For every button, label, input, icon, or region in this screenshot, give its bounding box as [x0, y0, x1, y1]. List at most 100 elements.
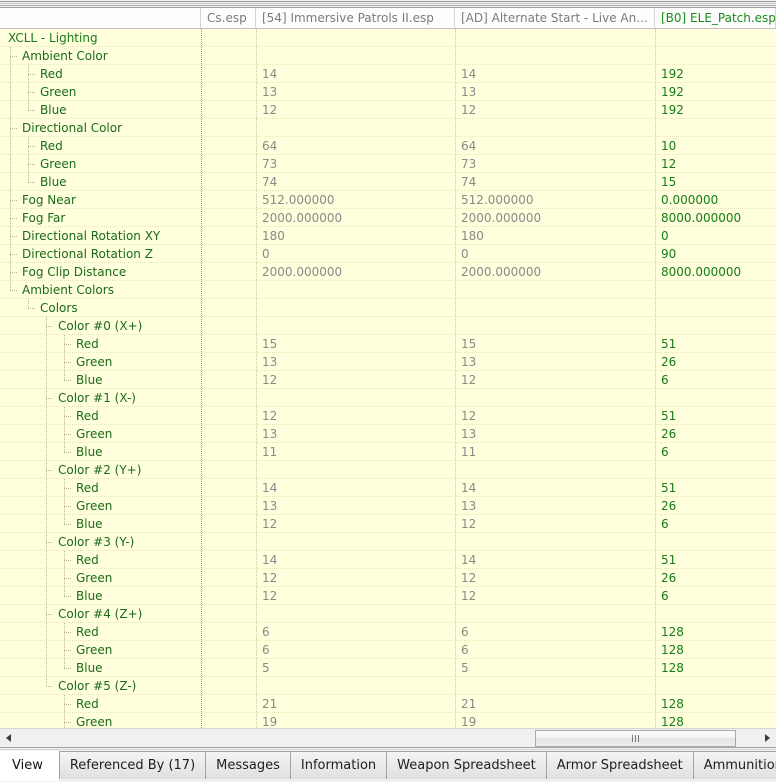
- grid-row[interactable]: Green 13 13 26: [0, 353, 776, 371]
- scroll-left-button[interactable]: [0, 729, 17, 747]
- value-cell-c2[interactable]: [256, 299, 455, 317]
- value-cell-c2[interactable]: 73: [256, 155, 455, 173]
- value-cell-c3[interactable]: 13: [455, 83, 655, 101]
- value-cell-c2[interactable]: 13: [256, 425, 455, 443]
- value-cell-c4[interactable]: 0: [655, 227, 776, 245]
- column-header-c4[interactable]: [B0] ELE_Patch.esp: [655, 8, 776, 28]
- value-cell-c4[interactable]: 192: [655, 65, 776, 83]
- value-cell-c1[interactable]: [201, 389, 256, 407]
- value-cell-c3[interactable]: 21: [455, 695, 655, 713]
- value-cell-c4[interactable]: 26: [655, 497, 776, 515]
- value-cell-c1[interactable]: [201, 371, 256, 389]
- value-cell-c4[interactable]: 12: [655, 155, 776, 173]
- value-cell-c4[interactable]: 6: [655, 371, 776, 389]
- grid-row[interactable]: Blue 5 5 128: [0, 659, 776, 677]
- grid-row[interactable]: Fog Far 2000.000000 2000.000000 8000.000000: [0, 209, 776, 227]
- tab-view[interactable]: View: [0, 751, 59, 781]
- tree-cell[interactable]: Color #1 (X-): [0, 389, 201, 407]
- value-cell-c2[interactable]: 14: [256, 479, 455, 497]
- tree-cell[interactable]: XCLL - Lighting: [0, 29, 201, 47]
- value-cell-c3[interactable]: 64: [455, 137, 655, 155]
- tree-cell[interactable]: Blue: [0, 173, 201, 191]
- tree-cell[interactable]: Red: [0, 479, 201, 497]
- value-cell-c4[interactable]: 0.000000: [655, 191, 776, 209]
- value-cell-c1[interactable]: [201, 695, 256, 713]
- value-cell-c2[interactable]: 0: [256, 245, 455, 263]
- grid-row[interactable]: Green 19 19 128: [0, 713, 776, 728]
- tree-cell[interactable]: Green: [0, 713, 201, 728]
- value-cell-c3[interactable]: 12: [455, 587, 655, 605]
- value-cell-c4[interactable]: 6: [655, 587, 776, 605]
- value-cell-c1[interactable]: [201, 713, 256, 728]
- value-cell-c1[interactable]: [201, 515, 256, 533]
- value-cell-c3[interactable]: [455, 47, 655, 65]
- value-cell-c2[interactable]: [256, 317, 455, 335]
- scrollbar-thumb[interactable]: [535, 730, 736, 747]
- grid-row[interactable]: Blue 74 74 15: [0, 173, 776, 191]
- value-cell-c4[interactable]: 128: [655, 659, 776, 677]
- value-cell-c2[interactable]: [256, 47, 455, 65]
- column-header-c3[interactable]: [AD] Alternate Start - Live An...: [455, 8, 655, 28]
- value-cell-c3[interactable]: 11: [455, 443, 655, 461]
- grid-row[interactable]: Red 12 12 51: [0, 407, 776, 425]
- grid-row[interactable]: Color #3 (Y-): [0, 533, 776, 551]
- value-cell-c4[interactable]: 6: [655, 443, 776, 461]
- value-cell-c3[interactable]: 6: [455, 641, 655, 659]
- value-cell-c1[interactable]: [201, 155, 256, 173]
- value-cell-c2[interactable]: [256, 389, 455, 407]
- value-cell-c4[interactable]: 6: [655, 515, 776, 533]
- value-cell-c4[interactable]: [655, 389, 776, 407]
- value-cell-c4[interactable]: 128: [655, 713, 776, 728]
- tree-cell[interactable]: Fog Near: [0, 191, 201, 209]
- value-cell-c2[interactable]: 2000.000000: [256, 263, 455, 281]
- column-header-c1[interactable]: Cs.esp: [201, 8, 256, 28]
- value-cell-c4[interactable]: 26: [655, 353, 776, 371]
- value-cell-c4[interactable]: 51: [655, 407, 776, 425]
- value-cell-c2[interactable]: 5: [256, 659, 455, 677]
- tab-weapon-spreadsheet[interactable]: Weapon Spreadsheet: [386, 751, 547, 779]
- tree-cell[interactable]: Fog Clip Distance: [0, 263, 201, 281]
- value-cell-c2[interactable]: 21: [256, 695, 455, 713]
- value-cell-c4[interactable]: [655, 119, 776, 137]
- tree-cell[interactable]: Fog Far: [0, 209, 201, 227]
- value-cell-c4[interactable]: 10: [655, 137, 776, 155]
- grid-row[interactable]: Directional Rotation XY 180 180 0: [0, 227, 776, 245]
- value-cell-c1[interactable]: [201, 353, 256, 371]
- tree-cell[interactable]: Colors: [0, 299, 201, 317]
- scroll-right-button[interactable]: [759, 729, 776, 747]
- grid-body[interactable]: XCLL - Lighting Ambient Color Red 14 14 192 Gr…: [0, 29, 776, 728]
- value-cell-c1[interactable]: [201, 677, 256, 695]
- value-cell-c2[interactable]: 12: [256, 407, 455, 425]
- value-cell-c1[interactable]: [201, 137, 256, 155]
- tree-cell[interactable]: Directional Color: [0, 119, 201, 137]
- value-cell-c1[interactable]: [201, 407, 256, 425]
- value-cell-c4[interactable]: [655, 605, 776, 623]
- value-cell-c3[interactable]: [455, 461, 655, 479]
- tree-cell[interactable]: Blue: [0, 659, 201, 677]
- value-cell-c4[interactable]: [655, 47, 776, 65]
- value-cell-c2[interactable]: [256, 533, 455, 551]
- grid-row[interactable]: Blue 12 12 6: [0, 515, 776, 533]
- value-cell-c1[interactable]: [201, 479, 256, 497]
- value-cell-c3[interactable]: 13: [455, 497, 655, 515]
- value-cell-c4[interactable]: [655, 533, 776, 551]
- value-cell-c4[interactable]: 192: [655, 83, 776, 101]
- value-cell-c3[interactable]: 73: [455, 155, 655, 173]
- value-cell-c2[interactable]: 74: [256, 173, 455, 191]
- grid-row[interactable]: Blue 11 11 6: [0, 443, 776, 461]
- column-header-tree[interactable]: [0, 8, 201, 28]
- grid-row[interactable]: XCLL - Lighting: [0, 29, 776, 47]
- grid-row[interactable]: Green 13 13 26: [0, 425, 776, 443]
- value-cell-c4[interactable]: 26: [655, 569, 776, 587]
- tab-armor-spreadsheet[interactable]: Armor Spreadsheet: [545, 751, 694, 779]
- grid-row[interactable]: Red 6 6 128: [0, 623, 776, 641]
- tree-cell[interactable]: Directional Rotation Z: [0, 245, 201, 263]
- tree-cell[interactable]: Green: [0, 497, 201, 515]
- grid-row[interactable]: Colors: [0, 299, 776, 317]
- grid-row[interactable]: Blue 12 12 6: [0, 371, 776, 389]
- value-cell-c2[interactable]: 2000.000000: [256, 209, 455, 227]
- value-cell-c2[interactable]: [256, 281, 455, 299]
- grid-row[interactable]: Red 14 14 51: [0, 479, 776, 497]
- value-cell-c4[interactable]: [655, 299, 776, 317]
- value-cell-c2[interactable]: 12: [256, 569, 455, 587]
